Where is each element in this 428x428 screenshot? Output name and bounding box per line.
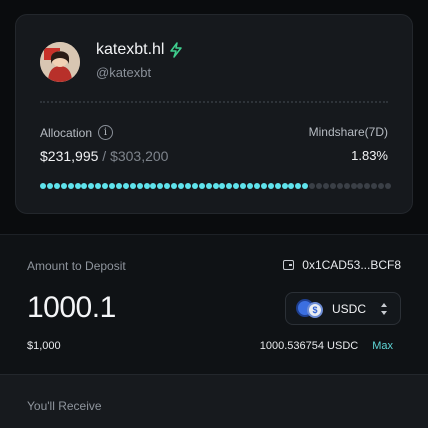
deposit-amount-input[interactable]: 1000.1 [27,291,116,325]
progress-dot-filled [184,183,191,189]
progress-dot-empty [343,183,350,189]
progress-dot-empty [357,183,364,189]
progress-dot-filled [253,183,260,189]
profile-name: katexbt.hl [96,41,165,58]
allocation-label: Allocation [40,125,93,140]
balance-row: 1000.536754 USDC Max [260,340,393,352]
progress-dot-empty [364,183,371,189]
chevron-updown-icon [380,302,388,315]
progress-dot-filled [302,183,309,189]
token-select[interactable]: $ USDC [285,292,401,325]
progress-dot-filled [109,183,115,189]
progress-dot-filled [198,183,205,189]
progress-dot-filled [67,183,74,189]
allocation-separator: / [102,148,107,164]
progress-dot-filled [247,183,253,189]
wallet-icon [283,260,295,270]
progress-dot-filled [88,183,95,189]
usd-value: $1,000 [27,340,61,352]
info-icon[interactable]: i [98,125,114,140]
usdc-icon: $ [307,301,323,318]
progress-dot-empty [309,183,316,189]
receive-section: You'll Receive [0,374,428,428]
progress-dot-filled [40,183,46,189]
profile-name-row: katexbt.hl [96,41,183,59]
progress-dot-filled [240,183,247,189]
progress-dot-empty [385,183,391,189]
bolt-icon [169,42,183,58]
allocation-label-row: Allocation i [40,125,114,140]
progress-dot-filled [219,183,226,189]
allocation-value: $231,995 [40,148,99,164]
deposit-section: Amount to Deposit 0x1CAD53...BCF8 1000.1… [0,234,428,374]
progress-dot-filled [122,183,129,189]
allocation-value-row: $231,995 / $303,200 [40,148,168,164]
token-balance: 1000.536754 USDC [259,340,359,352]
mindshare-value: 1.83% [351,148,388,163]
progress-dot-filled [60,183,67,189]
progress-dot-empty [322,183,329,189]
progress-dot-filled [274,183,281,189]
progress-dot-filled [74,183,81,189]
progress-dot-filled [191,183,198,189]
progress-dot-filled [81,183,88,189]
progress-dot-filled [46,183,53,189]
progress-dot-filled [281,183,288,189]
progress-dot-filled [171,183,178,189]
progress-dot-filled [205,183,212,189]
receive-label: You'll Receive [27,399,102,413]
progress-dot-filled [95,183,102,189]
progress-dot-filled [233,183,240,189]
mindshare-label: Mindshare(7D) [308,125,388,139]
dotted-divider [40,101,388,103]
deposit-label: Amount to Deposit [27,259,126,273]
max-button[interactable]: Max [372,340,393,352]
progress-dot-filled [288,183,295,189]
progress-dot-empty [316,183,322,189]
allocation-progress-dots [40,183,391,191]
token-icons: $ [296,298,326,320]
progress-dot-filled [157,183,164,189]
deposit-page: katexbt.hl @katexbt Allocation i Mindsha… [0,0,428,428]
progress-dot-filled [150,183,157,189]
avatar [40,42,80,82]
progress-dot-filled [267,183,274,189]
progress-dot-empty [378,183,385,189]
progress-dot-filled [260,183,267,189]
progress-dot-filled [129,183,136,189]
token-name: USDC [332,301,367,316]
progress-dot-empty [336,183,343,189]
profile-card: katexbt.hl @katexbt Allocation i Mindsha… [15,14,413,214]
allocation-total: $303,200 [110,148,169,164]
progress-dot-filled [136,183,143,189]
progress-dot-empty [350,183,357,189]
progress-dot-filled [115,183,122,189]
progress-dot-filled [164,183,171,189]
progress-dot-filled [53,183,60,189]
progress-dot-empty [371,183,378,189]
progress-dot-filled [295,183,302,189]
progress-dot-filled [143,183,150,189]
progress-dot-filled [178,183,184,189]
wallet-address: 0x1CAD53...BCF8 [302,258,401,272]
progress-dot-filled [226,183,233,189]
progress-dot-filled [212,183,219,189]
progress-dot-empty [329,183,336,189]
profile-handle: @katexbt [96,65,152,80]
progress-dot-filled [102,183,109,189]
wallet-address-button[interactable]: 0x1CAD53...BCF8 [283,258,401,272]
